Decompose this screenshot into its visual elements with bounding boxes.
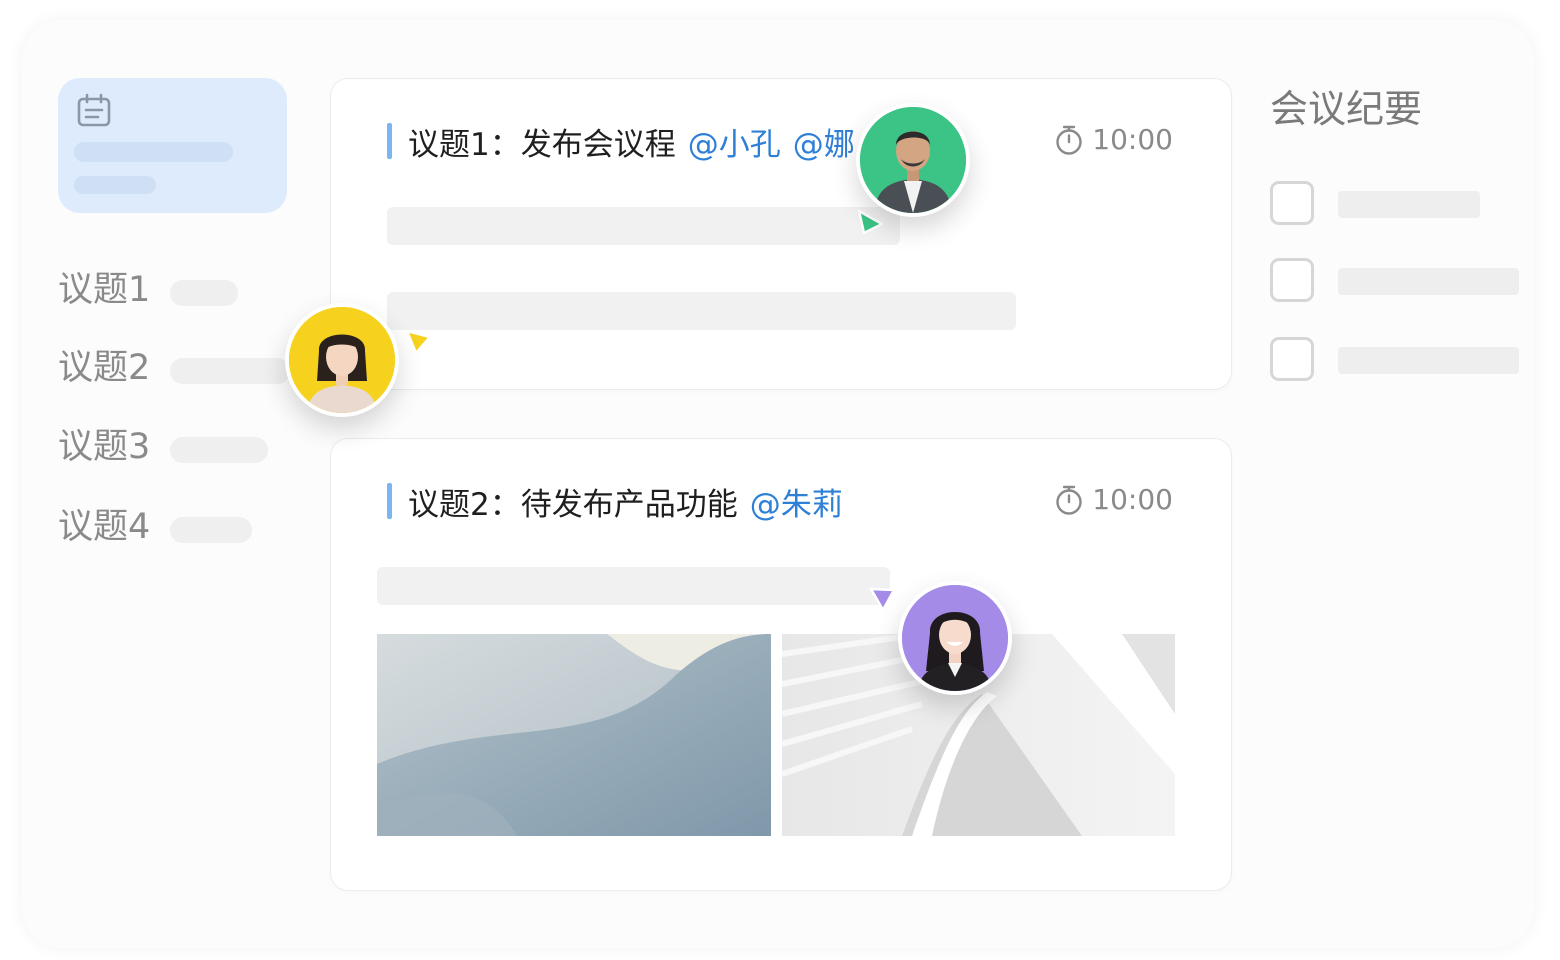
topic-time: 10:00 (1092, 483, 1173, 516)
topic-time: 10:00 (1092, 123, 1173, 156)
topic-title: 议题1：发布会议程 (408, 126, 676, 163)
content-placeholder (387, 207, 900, 245)
todo-checkbox[interactable] (1270, 337, 1314, 381)
todo-placeholder (1338, 191, 1480, 218)
title-accent-bar (387, 123, 392, 159)
sidebar-item-label: 议题2 (58, 348, 151, 388)
todo-checkbox[interactable] (1270, 181, 1314, 225)
sidebar-item-label: 议题4 (58, 507, 151, 547)
mention-link[interactable]: @朱莉 (750, 479, 843, 524)
cursor-pointer-icon (405, 329, 432, 355)
architecture-image[interactable] (377, 634, 771, 836)
topic-title-row: 议题2：待发布产品功能 @朱莉 (387, 479, 843, 524)
mention-link[interactable]: @娜 (793, 119, 855, 164)
placeholder-pill (170, 437, 268, 463)
title-accent-bar (387, 483, 392, 519)
todo-item (1270, 258, 1520, 308)
meeting-minutes-title: 会议纪要 (1270, 87, 1423, 131)
placeholder-line (74, 176, 156, 194)
topic-card-2[interactable]: 议题2：待发布产品功能 @朱莉 10:00 (330, 438, 1232, 891)
avatar[interactable] (285, 303, 399, 417)
topic-card-1[interactable]: 议题1：发布会议程 @小孔 @娜 10:00 (330, 78, 1232, 390)
mention-link[interactable]: @小孔 (688, 119, 781, 164)
sidebar-item-label: 议题3 (58, 427, 151, 467)
calendar-icon (77, 93, 111, 127)
placeholder-pill (170, 358, 290, 384)
todo-item (1270, 181, 1520, 231)
cursor-pointer-icon (857, 209, 884, 235)
avatar[interactable] (898, 581, 1012, 695)
topic-timer: 10:00 (1054, 483, 1173, 516)
avatar[interactable] (856, 103, 970, 217)
agenda-card[interactable] (58, 78, 287, 213)
content-placeholder (377, 567, 890, 605)
content-placeholder (387, 292, 1016, 330)
stopwatch-icon (1056, 485, 1082, 515)
todo-item (1270, 337, 1520, 387)
todo-checkbox[interactable] (1270, 258, 1314, 302)
placeholder-line (74, 142, 233, 162)
cursor-pointer-icon (869, 587, 896, 612)
topic-title: 议题2：待发布产品功能 (408, 486, 738, 523)
sidebar-item-label: 议题1 (58, 270, 151, 310)
todo-placeholder (1338, 347, 1519, 374)
topic-title-row: 议题1：发布会议程 @小孔 @娜 (387, 119, 855, 164)
placeholder-pill (170, 517, 252, 543)
topic-timer: 10:00 (1054, 123, 1173, 156)
todo-placeholder (1338, 268, 1519, 295)
placeholder-pill (170, 280, 238, 306)
stopwatch-icon (1056, 125, 1082, 155)
